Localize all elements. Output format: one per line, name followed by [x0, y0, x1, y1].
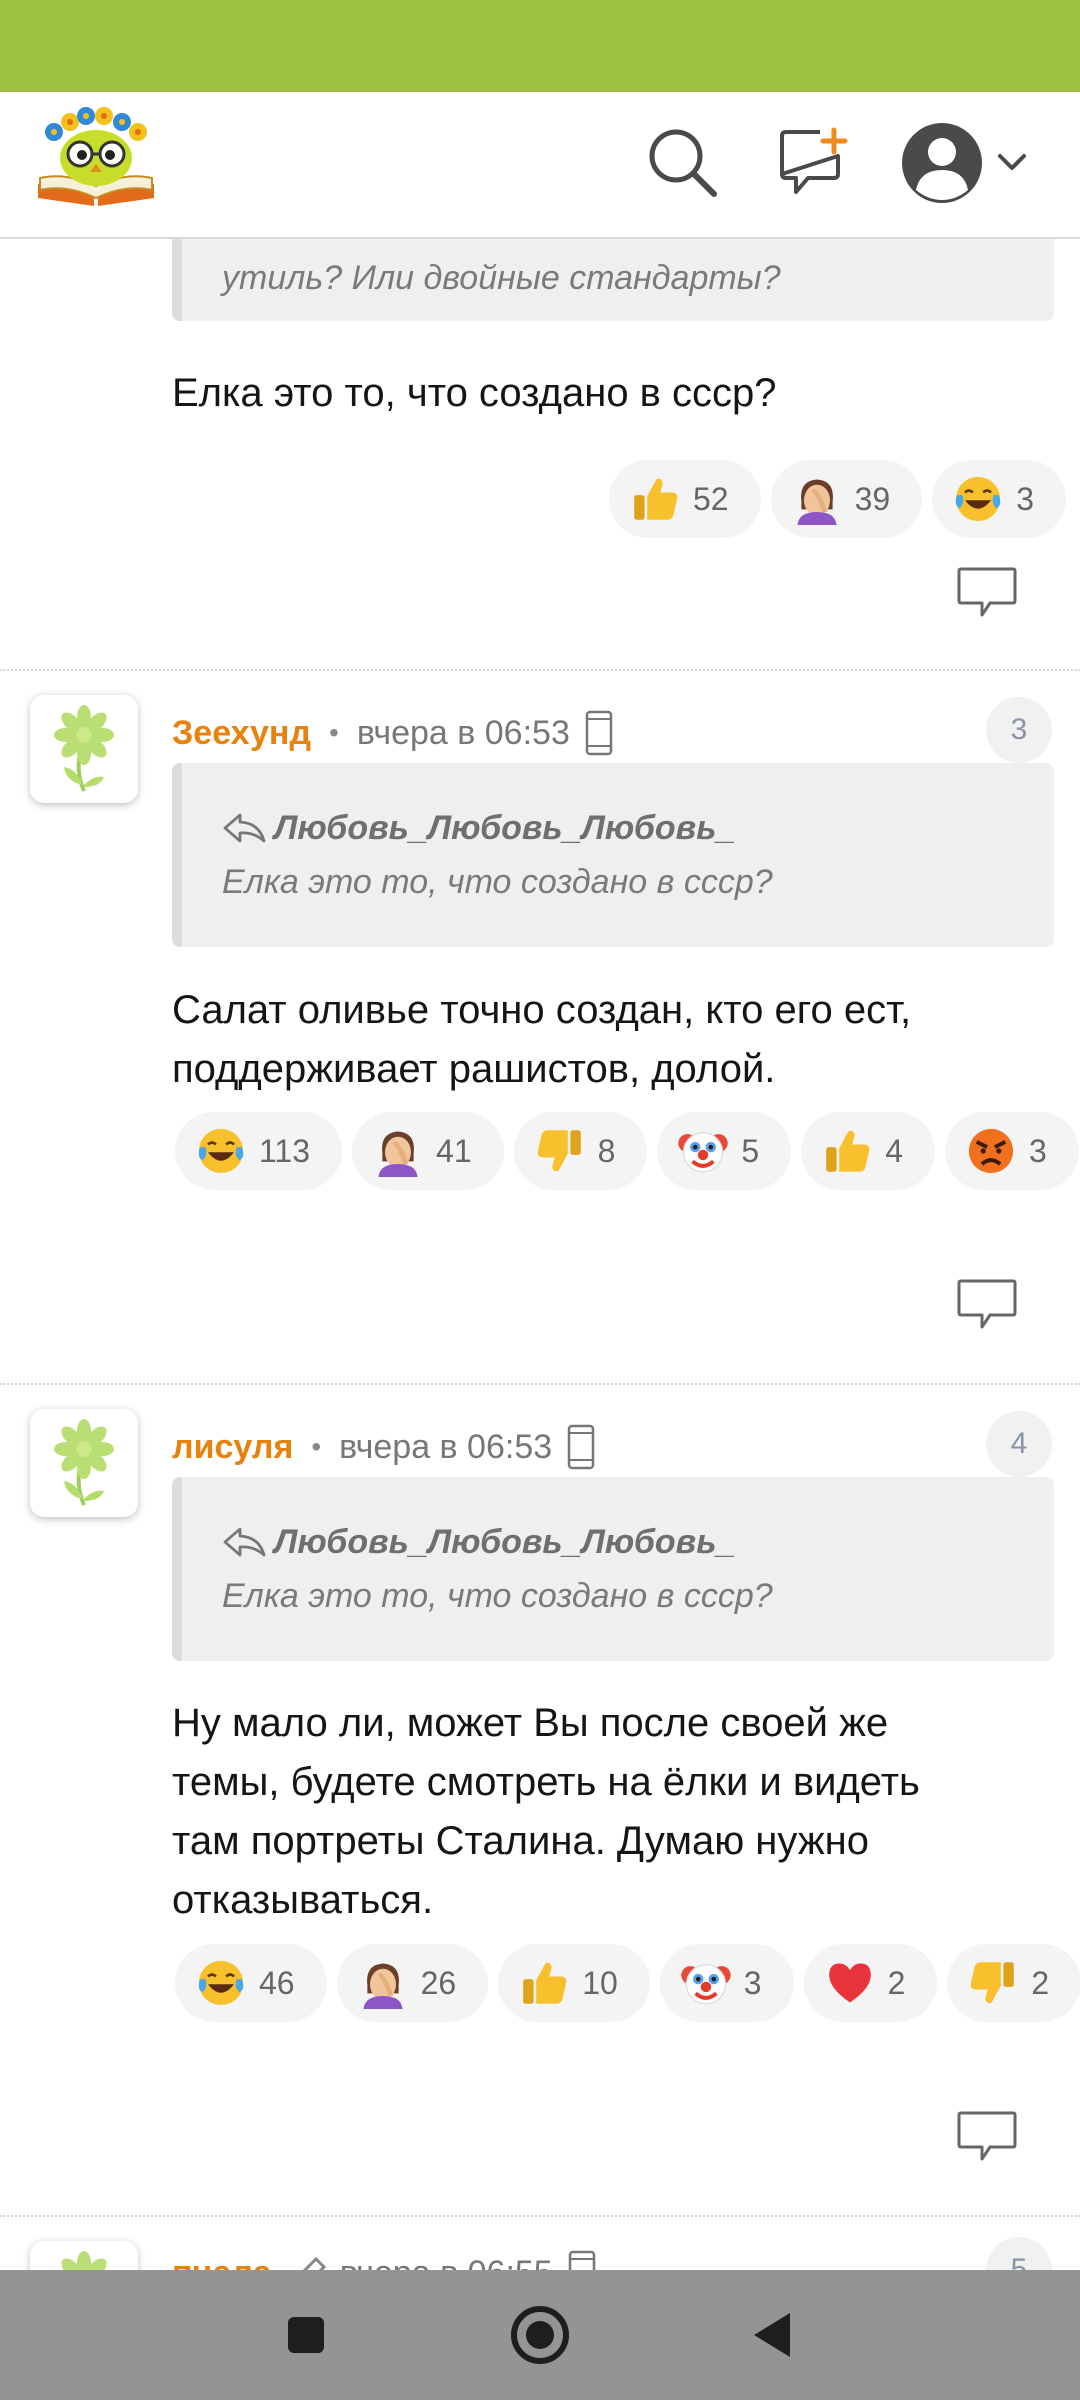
reaction-heart[interactable]: 2	[803, 1944, 938, 2022]
comment-meta: Зеехунд • вчера в 06:53	[172, 711, 614, 755]
thumbs-down-icon	[967, 1957, 1019, 2009]
flower-avatar-icon	[30, 695, 138, 803]
comment-number-badge[interactable]: 4	[986, 1411, 1052, 1477]
author-name[interactable]: лисуля	[172, 1428, 293, 1467]
reaction-thumbs-up[interactable]: 10	[498, 1944, 650, 2022]
flower-avatar-icon	[30, 1409, 138, 1517]
angry-face-icon	[965, 1125, 1017, 1177]
reactions-row: 113 41 8 5 4 3	[175, 1112, 1079, 1190]
quote-text: Елка это то, что создано в ссср?	[222, 862, 773, 901]
reaction-thumbs-down[interactable]: 8	[513, 1112, 648, 1190]
reactions-row: 52 39 3	[609, 460, 1066, 538]
profile-menu-button[interactable]	[900, 118, 1050, 208]
recent-apps-icon	[288, 2317, 324, 2353]
reply-arrow-icon	[222, 811, 266, 845]
reaction-facepalm[interactable]: 26	[336, 1944, 489, 2022]
reaction-angry[interactable]: 3	[945, 1112, 1079, 1190]
author-name[interactable]: пчела	[172, 2254, 272, 2271]
reactions-row: 46 26 10 3 2 2	[175, 1944, 1080, 2022]
quote-block: Любовь_Любовь_Любовь_ Елка это то, что с…	[172, 763, 1054, 947]
reaction-facepalm[interactable]: 39	[770, 460, 923, 538]
comment-text: Салат оливье точно создан, кто его ест, …	[172, 988, 912, 1091]
meta-separator: •	[329, 717, 339, 748]
reply-icon[interactable]	[956, 2109, 1018, 2165]
reaction-clown[interactable]: 3	[659, 1944, 794, 2022]
quote-author: Любовь_Любовь_Любовь_	[222, 1515, 1014, 1569]
flower-avatar-icon	[30, 2241, 138, 2270]
status-bar	[0, 0, 1080, 92]
avatar[interactable]	[30, 1409, 138, 1517]
reaction-laughing[interactable]: 3	[932, 460, 1066, 538]
timestamp: вчера в 06:53	[356, 713, 570, 752]
thumbs-up-icon	[821, 1125, 873, 1177]
quote-text: утиль? Или двойные стандарты?	[222, 258, 781, 297]
facepalm-icon	[791, 473, 843, 525]
home-button[interactable]	[500, 2295, 580, 2375]
thumbs-up-icon	[518, 1957, 570, 2009]
comment-text: Елка это то, что создано в ссср?	[172, 371, 777, 415]
author-name[interactable]: Зеехунд	[172, 714, 311, 753]
site-logo[interactable]	[34, 106, 158, 212]
avatar[interactable]	[30, 2241, 138, 2270]
comment-meta: лисуля • вчера в 06:53	[172, 1425, 596, 1469]
comment-3: Зеехунд • вчера в 06:53 3 Любовь_Любовь_…	[0, 671, 1080, 1383]
mobile-device-icon	[584, 710, 614, 756]
system-nav-bar	[0, 2270, 1080, 2400]
new-topic-icon	[780, 127, 848, 194]
heart-icon	[824, 1957, 876, 2009]
thumbs-down-icon	[534, 1125, 586, 1177]
timestamp: вчера в 06:55	[340, 2254, 553, 2271]
comment-4: лисуля • вчера в 06:53 4 Любовь_Любовь_Л…	[0, 1385, 1080, 2215]
quote-author: Любовь_Любовь_Любовь_	[222, 801, 1014, 855]
quote-block: утиль? Или двойные стандарты?	[172, 239, 1054, 321]
edit-pencil-icon	[302, 2256, 326, 2270]
comment-partial: утиль? Или двойные стандарты? Елка это т…	[0, 239, 1080, 669]
mobile-device-icon	[566, 1424, 596, 1470]
back-icon	[754, 2313, 790, 2357]
top-header	[0, 92, 1080, 239]
facepalm-icon	[372, 1125, 424, 1177]
reply-arrow-icon	[222, 1525, 266, 1559]
comment-5: пчела вчера в 06:55 5	[0, 2217, 1080, 2270]
reaction-clown[interactable]: 5	[657, 1112, 792, 1190]
search-icon	[649, 129, 717, 197]
comment-number-badge[interactable]: 5	[986, 2237, 1052, 2270]
comment-text: Ну мало ли, может Вы после своей же темы…	[172, 1701, 920, 1922]
meta-separator: •	[311, 1431, 322, 1462]
comments-feed: утиль? Или двойные стандарты? Елка это т…	[0, 239, 1080, 2270]
chevron-down-icon	[998, 154, 1026, 170]
facepalm-icon	[357, 1957, 409, 2009]
comment-number-badge[interactable]: 3	[986, 697, 1052, 763]
reaction-laughing[interactable]: 46	[175, 1944, 327, 2022]
laughing-tears-icon	[952, 473, 1004, 525]
reply-icon[interactable]	[956, 1277, 1018, 1333]
reply-icon[interactable]	[956, 565, 1018, 621]
timestamp: вчера в 06:53	[339, 1427, 553, 1466]
clown-icon	[677, 1125, 729, 1177]
comment-meta: пчела вчера в 06:55	[172, 2251, 597, 2270]
thumbs-up-icon	[629, 473, 681, 525]
home-icon	[511, 2306, 569, 2364]
laughing-tears-icon	[195, 1957, 247, 2009]
reaction-facepalm[interactable]: 41	[352, 1112, 504, 1190]
avatar[interactable]	[30, 695, 138, 803]
avatar-icon	[902, 123, 982, 203]
reaction-thumbs-down[interactable]: 2	[947, 1944, 1080, 2022]
back-button[interactable]	[732, 2295, 812, 2375]
laughing-tears-icon	[195, 1125, 247, 1177]
clown-icon	[680, 1957, 732, 2009]
reaction-thumbs-up[interactable]: 4	[801, 1112, 935, 1190]
reaction-laughing[interactable]: 113	[175, 1112, 343, 1190]
reaction-thumbs-up[interactable]: 52	[609, 460, 761, 538]
new-topic-button[interactable]	[776, 126, 852, 198]
recent-apps-button[interactable]	[266, 2295, 346, 2375]
quote-block: Любовь_Любовь_Любовь_ Елка это то, что с…	[172, 1477, 1054, 1661]
search-button[interactable]	[644, 124, 720, 200]
mobile-device-icon	[567, 2250, 597, 2270]
quote-text: Елка это то, что создано в ссср?	[222, 1576, 773, 1615]
